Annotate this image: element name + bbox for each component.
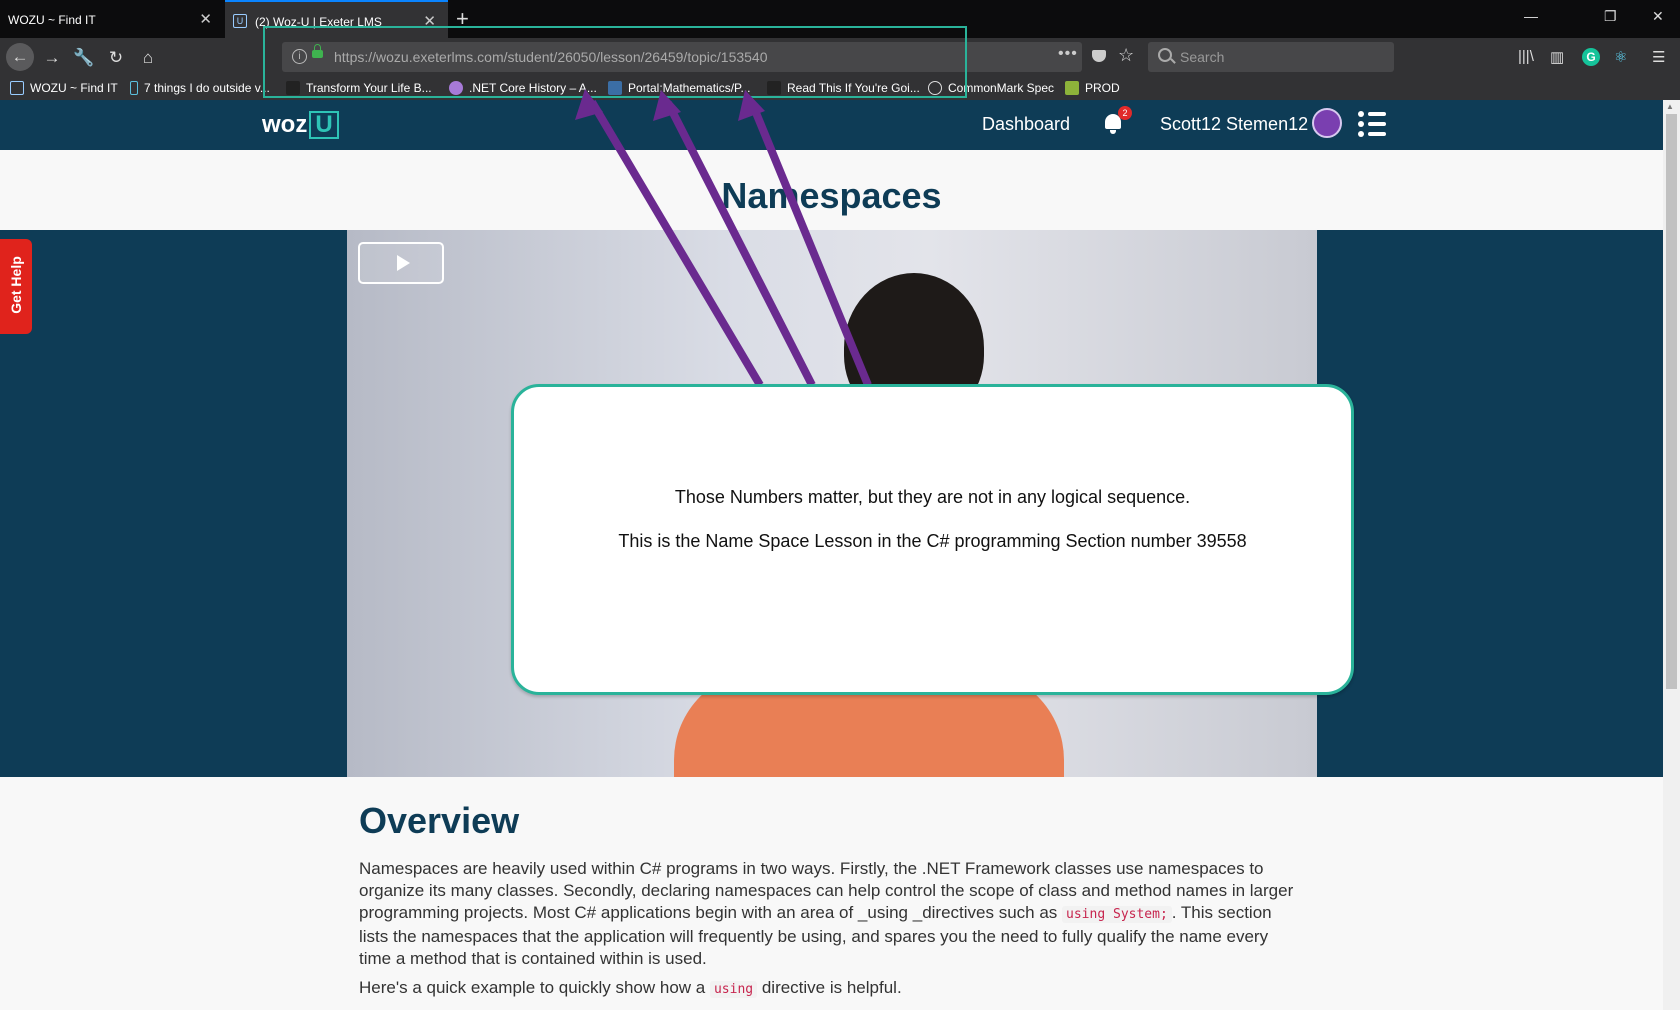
example-paragraph: Here's a quick example to quickly show h…: [359, 978, 902, 998]
sidebar-icon[interactable]: ▥: [1550, 48, 1564, 66]
tab-wozu-find-it[interactable]: WOZU ~ Find IT ✕: [0, 0, 224, 38]
notification-badge: 2: [1118, 106, 1132, 120]
search-icon: [1158, 48, 1172, 62]
page-scrollbar[interactable]: ▲: [1663, 100, 1680, 1010]
tab-close-icon[interactable]: ✕: [199, 10, 212, 28]
callout-line-1: Those Numbers matter, but they are not i…: [674, 487, 1191, 507]
url-highlight-frame: [263, 26, 967, 98]
search-input[interactable]: Search: [1148, 42, 1394, 72]
bookmark-page-icon: [130, 81, 138, 95]
get-help-label: Get Help: [8, 256, 24, 314]
minimize-icon[interactable]: —: [1524, 8, 1538, 24]
username[interactable]: Scott12 Stemen12: [1160, 114, 1308, 135]
bookmark-7-things[interactable]: 7 things I do outside v...: [130, 81, 270, 95]
wozu-logo[interactable]: woz U: [262, 111, 339, 139]
page-title: Namespaces: [721, 175, 942, 216]
list-menu-icon[interactable]: [1358, 111, 1386, 137]
back-arrow-icon[interactable]: ←: [6, 43, 34, 71]
bookmark-star-icon[interactable]: ☆: [1118, 45, 1134, 66]
reload-icon[interactable]: ↻: [104, 46, 128, 70]
pocket-icon[interactable]: [1092, 50, 1106, 62]
overview-paragraph: Namespaces are heavily used within C# pr…: [359, 859, 1294, 968]
tab-title: WOZU ~ Find IT: [8, 13, 96, 27]
notification-bell-icon[interactable]: 2: [1103, 106, 1132, 134]
overview-heading: Overview: [359, 800, 520, 841]
search-placeholder: Search: [1180, 49, 1225, 65]
wozu-favicon-icon: U: [233, 14, 247, 28]
avatar[interactable]: [1312, 108, 1342, 138]
wozu-icon: [10, 81, 24, 95]
bookmark-wozu[interactable]: WOZU ~ Find IT: [10, 81, 118, 95]
annotation-callout: Those Numbers matter, but they are not i…: [511, 384, 1354, 695]
code-snippet: using: [709, 981, 758, 998]
get-help-button[interactable]: Get Help: [0, 239, 32, 334]
callout-line-2: This is the Name Space Lesson in the C# …: [618, 531, 1247, 551]
grammarly-icon[interactable]: G: [1582, 48, 1600, 66]
scroll-thumb[interactable]: [1666, 114, 1677, 689]
restore-icon[interactable]: ❐: [1604, 8, 1617, 25]
play-button[interactable]: [358, 242, 444, 284]
page-actions-icon[interactable]: •••: [1058, 45, 1078, 63]
scroll-up-icon[interactable]: ▲: [1666, 102, 1674, 111]
library-icon[interactable]: |||\: [1518, 48, 1534, 65]
close-window-icon[interactable]: ✕: [1652, 8, 1664, 25]
code-snippet: using System;: [1062, 906, 1172, 923]
bookmark-prod[interactable]: PROD: [1065, 81, 1120, 95]
home-icon[interactable]: ⌂: [136, 46, 160, 70]
wrench-icon[interactable]: 🔧: [72, 46, 96, 70]
dashboard-link[interactable]: Dashboard: [982, 114, 1070, 135]
prod-icon: [1065, 81, 1079, 95]
forward-arrow-icon[interactable]: →: [40, 46, 64, 70]
react-devtools-icon[interactable]: ⚛: [1614, 48, 1627, 66]
site-header: woz U Dashboard 2 Scott12 Stemen12: [0, 100, 1663, 150]
hamburger-menu-icon[interactable]: ☰: [1652, 48, 1665, 66]
